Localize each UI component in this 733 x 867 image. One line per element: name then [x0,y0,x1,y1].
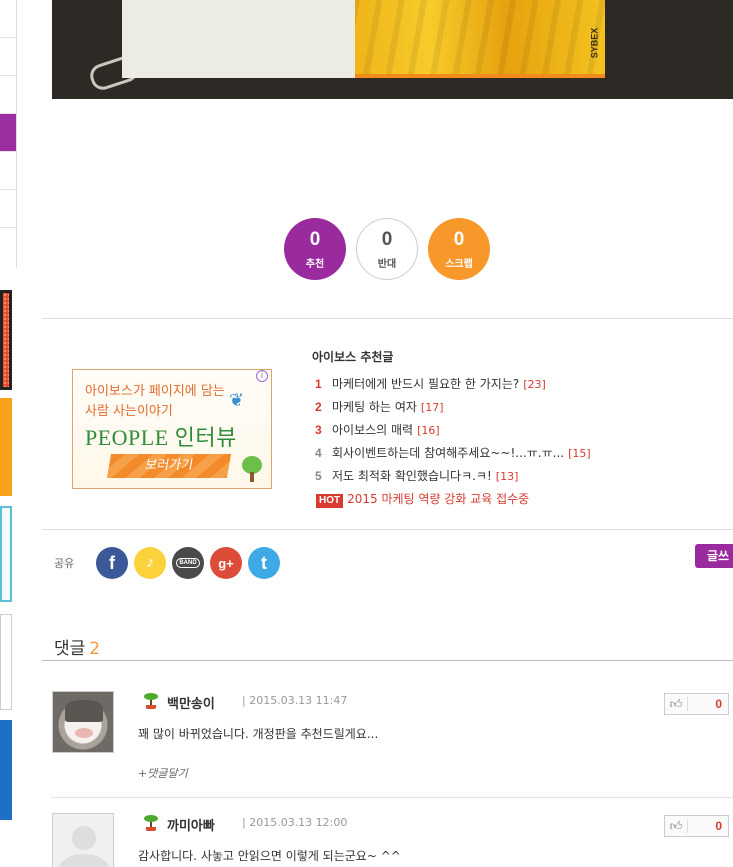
recommended-item-title[interactable]: 마케팅 하는 여자 [332,400,417,414]
sidebar-menu-item-active[interactable] [0,114,16,152]
sidebar-menu-item[interactable] [0,38,16,76]
sprout-pot [146,705,156,709]
side-ad-banner[interactable] [0,614,12,710]
recommend-button[interactable]: 0 추천 [284,218,346,280]
comments-label: 댓글 [54,639,86,659]
ad-title: PEOPLE 인터뷰 [85,425,237,450]
comment-count: [16] [417,424,440,437]
kakaostory-icon[interactable]: ♪ [134,547,166,579]
recommend-label: 추천 [305,258,325,270]
comment-count: [13] [495,470,519,483]
tree-icon [241,456,263,482]
comment-like-count: 0 [715,697,722,711]
rank-number: 5 [315,469,322,483]
oppose-button[interactable]: 0 반대 [356,218,418,280]
rank-number: 1 [315,377,322,391]
photo-book-page [122,0,362,78]
avatar[interactable] [52,691,114,753]
recommended-item[interactable]: 4 회사이벤트하는데 참여해주세요~~!...ㅠ.ㅠ... [15] [312,442,712,465]
comments-divider [42,660,733,661]
sidebar-menu-item[interactable] [0,152,16,190]
hot-notice-text[interactable]: 2015 마케팅 역량 강화 교육 접수중 [347,492,529,506]
rank-number: 4 [315,446,322,460]
hot-badge: HOT [316,494,344,508]
side-ad-banner[interactable] [0,506,12,602]
recommended-posts: 아이보스 추천글 1 마케터에게 반드시 필요한 한 가지는? [23] 2 마케팅 … [312,348,712,511]
hot-notice-link[interactable]: HOT 2015 마케팅 역량 강화 교육 접수중 [312,488,712,511]
photo-book-cover [355,0,605,78]
info-icon[interactable]: i [256,370,268,382]
share-label: 공유 [54,557,75,570]
photo-brand-text: SYBEX [589,27,600,59]
twitter-icon[interactable]: t [248,547,280,579]
facebook-icon[interactable]: f [96,547,128,579]
side-ad-banner[interactable] [0,290,12,390]
sidebar-menu-item[interactable] [0,190,16,228]
thumbs-up-icon: 👍︎ [669,818,683,833]
comment-body: 감사합니다. 사놓고 안읽으면 이렇게 되는군요~ ^^ [138,849,401,863]
band-icon-label: BAND [176,558,200,568]
divider [42,318,733,319]
recommended-title: 아이보스 추천글 [312,350,394,364]
oppose-count: 0 [381,228,393,250]
recommended-item[interactable]: 2 마케팅 하는 여자 [17] [312,396,712,419]
avatar[interactable] [52,813,114,867]
left-ad-column [0,290,12,820]
comment-count: [23] [523,378,546,391]
sprout-level-icon [142,691,160,709]
scrap-button[interactable]: 0 스크랩 [428,218,490,280]
sprout-level-icon [142,813,160,831]
side-ad-banner[interactable] [0,720,12,820]
comment-count: [15] [568,447,591,460]
comment-date: | 2015.03.13 12:00 [242,816,348,829]
recommended-item[interactable]: 3 아이보스의 매력 [16] [312,419,712,442]
ad-cta: 보러가기 [106,454,232,478]
recommended-item-title[interactable]: 마케터에게 반드시 필요한 한 가지는? [332,377,519,391]
scrap-label: 스크랩 [445,258,473,270]
comment-separator [52,797,733,798]
rank-number: 2 [315,400,322,414]
recommended-item[interactable]: 5 저도 최적화 확인했습니다ㅋ.ㅋ! [13] [312,465,712,488]
comment-count: [17] [420,401,444,414]
recommended-item-title[interactable]: 아이보스의 매력 [332,423,413,437]
oppose-label: 반대 [377,258,397,270]
comment-like-button[interactable]: 👍︎ 0 [664,815,729,837]
butterfly-icon: ❦ [229,390,245,411]
reply-link[interactable]: +댓글달기 [138,765,188,781]
write-post-button[interactable]: 글쓰 [695,544,733,568]
left-sidebar-menu [0,0,17,268]
ad-line-2: 사람 사는이야기 [85,404,173,419]
rank-number: 3 [315,423,322,437]
post-photo: SYBEX [52,0,733,99]
googleplus-icon[interactable]: g+ [210,547,242,579]
comment-date: | 2015.03.13 11:47 [242,694,348,707]
ad-line-1: 아이보스가 페이지에 담는 [85,384,225,399]
band-icon[interactable]: BAND [172,547,204,579]
recommend-count: 0 [309,228,321,250]
comment-author[interactable]: 백만송이 [167,693,215,712]
recommended-item[interactable]: 1 마케터에게 반드시 필요한 한 가지는? [23] [312,373,712,396]
comment-author[interactable]: 까미아빠 [167,815,215,834]
vote-buttons: 0 추천 0 반대 0 스크랩 [284,218,490,280]
side-ad-banner[interactable] [0,398,12,496]
people-interview-ad[interactable]: i 아이보스가 페이지에 담는 사람 사는이야기 ❦ PEOPLE 인터뷰 보러… [72,369,272,489]
comment-body: 꽤 많이 바뀌었습니다. 개정판을 추천드릴게요... [138,727,379,741]
recommended-item-title[interactable]: 저도 최적화 확인했습니다ㅋ.ㅋ! [332,469,492,483]
sprout-pot [146,827,156,831]
divider [42,529,733,530]
comment-like-button[interactable]: 👍︎ 0 [664,693,729,715]
comments-heading: 댓글 2 [54,634,100,659]
scrap-count: 0 [453,228,465,250]
sidebar-menu-item[interactable] [0,76,16,114]
comment-like-count: 0 [715,819,722,833]
comments-count: 2 [89,639,101,659]
thumbs-up-icon: 👍︎ [669,696,683,711]
recommended-item-title[interactable]: 회사이벤트하는데 참여해주세요~~!...ㅠ.ㅠ... [332,446,564,460]
share-buttons: f ♪ BAND g+ t [96,547,280,579]
sidebar-menu-item[interactable] [0,0,16,38]
